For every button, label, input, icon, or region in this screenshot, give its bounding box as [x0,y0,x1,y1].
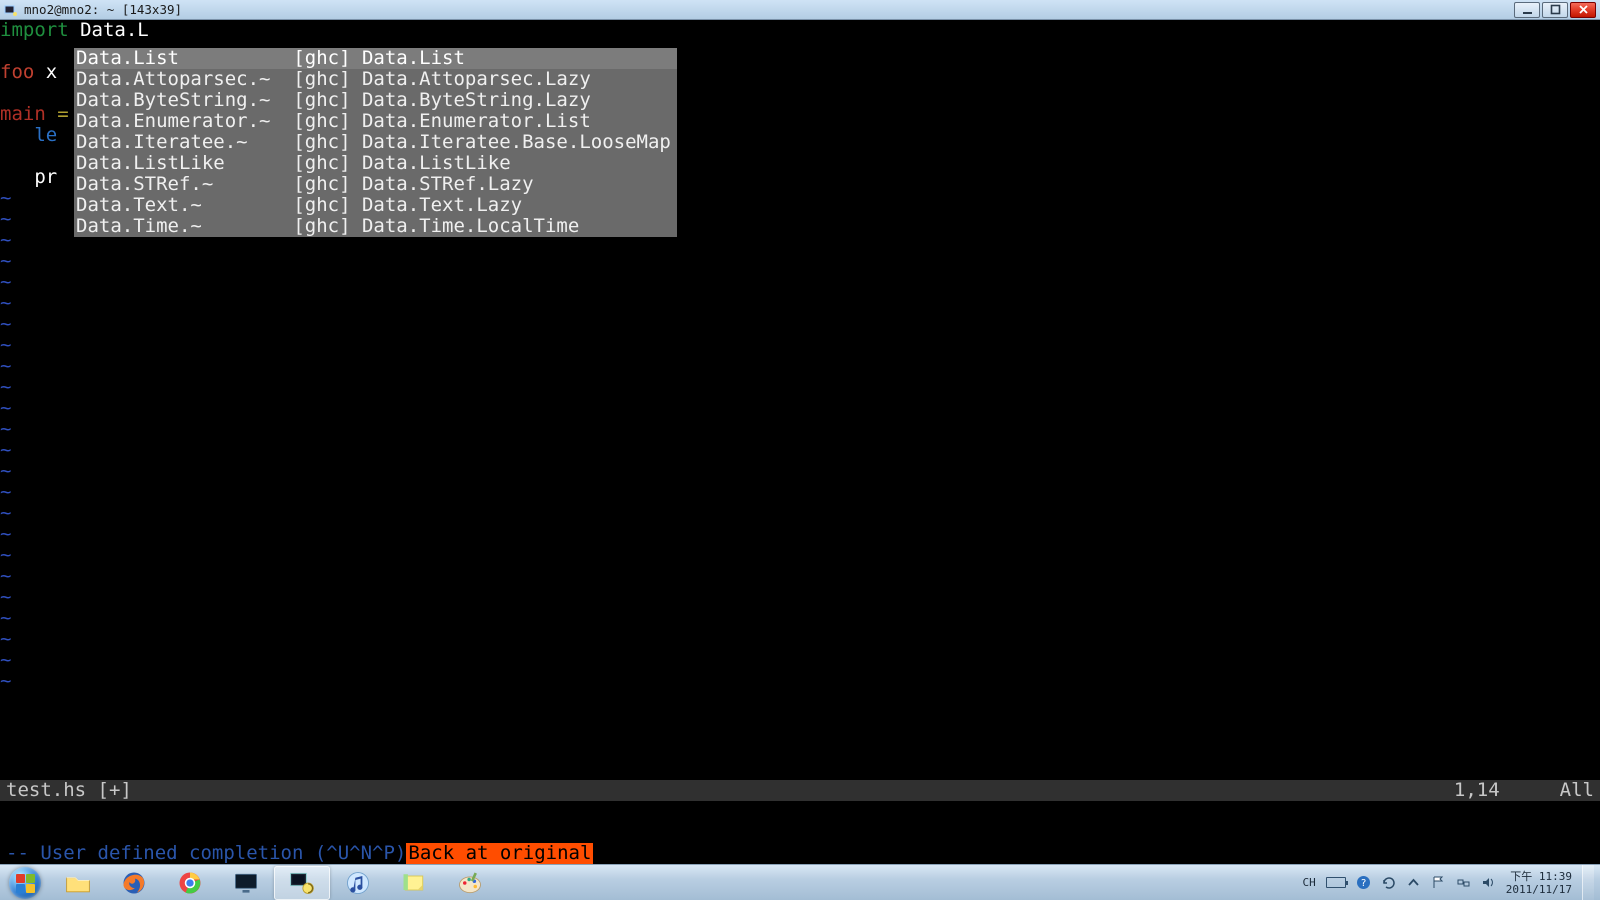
monitor-icon [232,869,260,897]
status-pos: 1,14 [1454,780,1500,801]
terminal-editor[interactable]: import Data.L foo x main = le pr~~~~~~~~… [0,20,1600,864]
windows-orb-icon [9,867,41,899]
close-button[interactable] [1570,2,1596,18]
maximize-button[interactable] [1542,2,1568,18]
sticky-notes-icon [400,869,428,897]
network-icon[interactable] [1456,875,1471,890]
empty-line-tilde: ~ [0,293,1600,314]
empty-line-tilde: ~ [0,608,1600,629]
chrome-icon [176,869,204,897]
buffer-line: import Data.L [0,20,1600,41]
status-scroll: All [1560,780,1594,801]
tray-ime[interactable]: CH [1303,876,1316,889]
completion-item[interactable]: Data.STRef.~ [ghc] Data.STRef.Lazy [74,174,677,195]
help-icon[interactable]: ? [1356,875,1371,890]
taskbar-itunes[interactable] [330,866,386,900]
taskbar-monitor[interactable] [218,866,274,900]
cmd-prefix: -- User defined completion (^U^N^P) [6,843,406,864]
completion-item[interactable]: Data.Iteratee.~ [ghc] Data.Iteratee.Base… [74,132,677,153]
battery-icon[interactable] [1326,877,1346,888]
window-title: mno2@mno2: ~ [143x39] [24,2,1514,17]
chevron-up-icon[interactable] [1406,875,1421,890]
completion-item[interactable]: Data.Enumerator.~ [ghc] Data.Enumerator.… [74,111,677,132]
flag-icon[interactable] [1431,875,1446,890]
empty-line-tilde: ~ [0,398,1600,419]
empty-line-tilde: ~ [0,272,1600,293]
paint-icon [456,869,484,897]
tray-clock[interactable]: 下午 11:39 2011/11/17 [1506,870,1572,896]
empty-line-tilde: ~ [0,587,1600,608]
empty-line-tilde: ~ [0,440,1600,461]
taskbar-sticky[interactable] [386,866,442,900]
tray-time: 下午 11:39 [1506,870,1572,883]
empty-line-tilde: ~ [0,545,1600,566]
completion-item[interactable]: Data.Time.~ [ghc] Data.Time.LocalTime [74,216,677,237]
empty-line-tilde: ~ [0,524,1600,545]
start-button[interactable] [0,865,50,900]
vim-cmdline: -- User defined completion (^U^N^P) Back… [0,801,1600,864]
completion-item[interactable]: Data.ListLike [ghc] Data.ListLike [74,153,677,174]
empty-line-tilde: ~ [0,503,1600,524]
empty-line-tilde: ~ [0,671,1600,692]
completion-item[interactable]: Data.List [ghc] Data.List [74,48,677,69]
empty-line-tilde: ~ [0,461,1600,482]
tray-date: 2011/11/17 [1506,883,1572,896]
minimize-button[interactable] [1514,2,1540,18]
putty-icon [4,3,18,17]
itunes-icon [344,869,372,897]
taskbar[interactable]: CH ? 下午 11:39 2011/11/17 [0,864,1600,900]
empty-line-tilde: ~ [0,419,1600,440]
completion-item[interactable]: Data.Attoparsec.~ [ghc] Data.Attoparsec.… [74,69,677,90]
cmd-highlight: Back at original [406,843,593,864]
completion-item[interactable]: Data.ByteString.~ [ghc] Data.ByteString.… [74,90,677,111]
taskbar-explorer[interactable] [50,866,106,900]
empty-line-tilde: ~ [0,629,1600,650]
taskbar-chrome[interactable] [162,866,218,900]
empty-line-tilde: ~ [0,335,1600,356]
svg-text:?: ? [1360,878,1366,889]
window-titlebar: mno2@mno2: ~ [143x39] [0,0,1600,20]
taskbar-putty[interactable] [274,866,330,900]
empty-line-tilde: ~ [0,482,1600,503]
empty-line-tilde: ~ [0,356,1600,377]
vim-statusbar: test.hs [+] 1,14 All [0,780,1600,801]
taskbar-firefox[interactable] [106,866,162,900]
firefox-icon [120,869,148,897]
empty-line-tilde: ~ [0,566,1600,587]
sync-icon[interactable] [1381,875,1396,890]
system-tray[interactable]: CH ? 下午 11:39 2011/11/17 [1303,865,1600,900]
empty-line-tilde: ~ [0,314,1600,335]
show-desktop-button[interactable] [1582,865,1594,900]
putty-app-icon [288,869,316,897]
empty-line-tilde: ~ [0,650,1600,671]
volume-icon[interactable] [1481,875,1496,890]
completion-popup[interactable]: Data.List [ghc] Data.ListData.Attoparsec… [74,48,677,237]
folder-icon [64,869,92,897]
empty-line-tilde: ~ [0,251,1600,272]
taskbar-paint[interactable] [442,866,498,900]
status-file: test.hs [+] [6,780,132,801]
empty-line-tilde: ~ [0,377,1600,398]
completion-item[interactable]: Data.Text.~ [ghc] Data.Text.Lazy [74,195,677,216]
